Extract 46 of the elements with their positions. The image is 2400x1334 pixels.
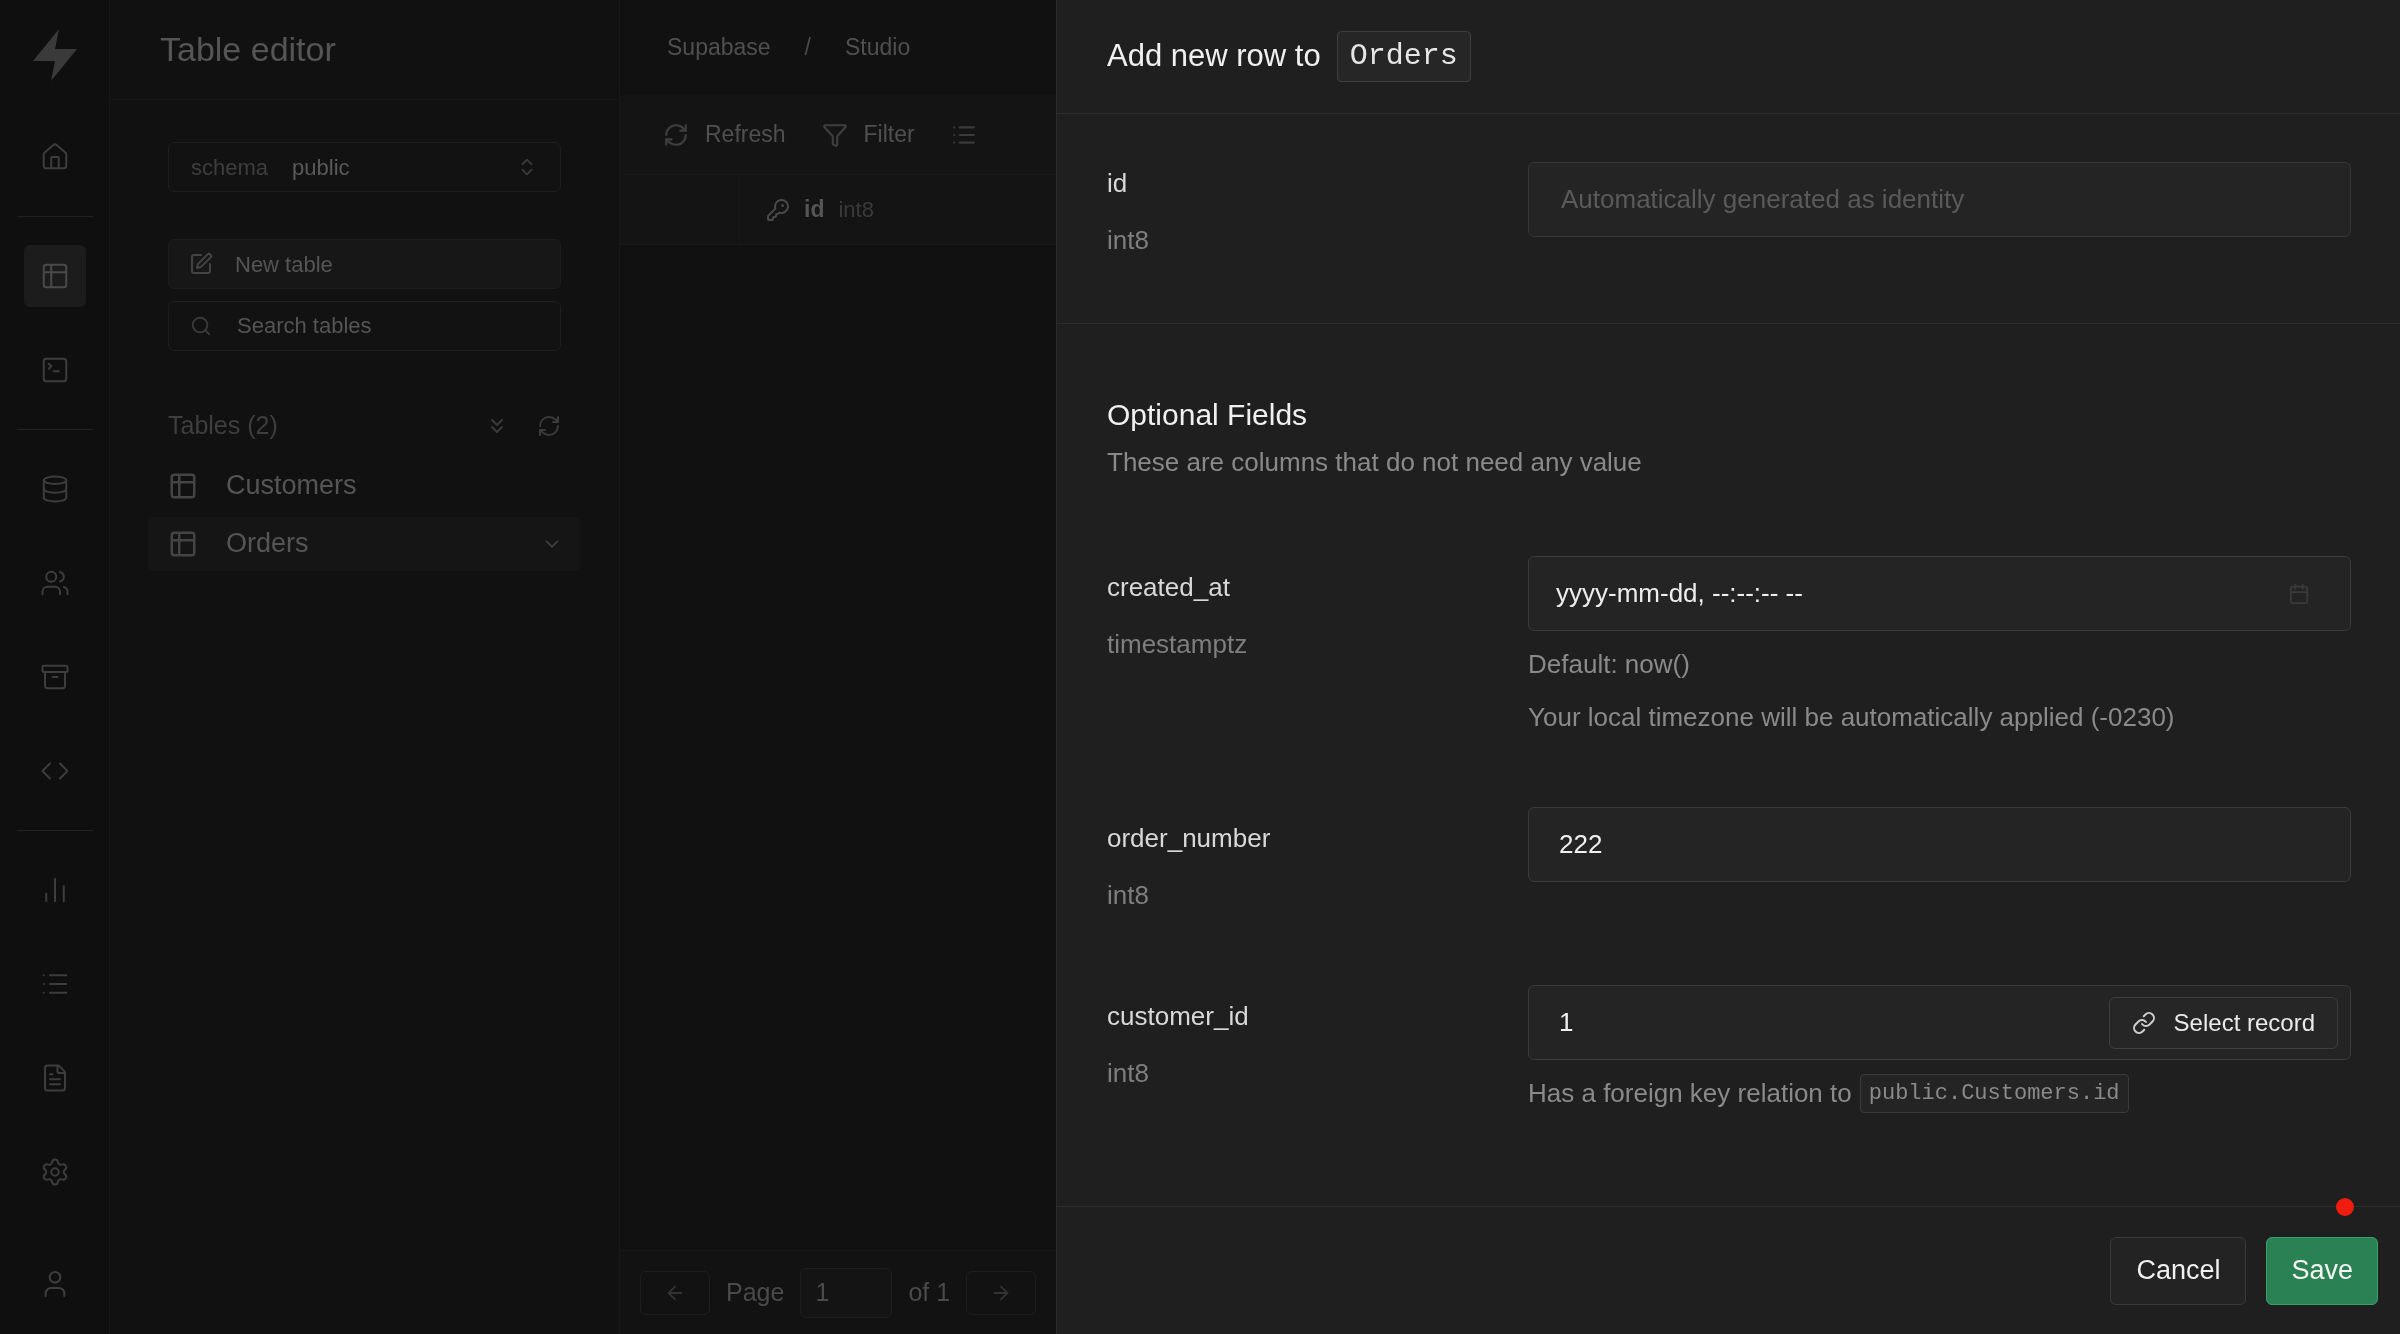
table-name-code: Orders — [1336, 31, 1471, 82]
next-page-button[interactable] — [966, 1270, 1037, 1315]
field-note: Default: now() — [1528, 648, 1691, 681]
section-subtitle: These are columns that do not need any value — [1107, 446, 1643, 479]
new-table-button[interactable]: New table — [168, 239, 561, 289]
breadcrumb-separator: / — [804, 33, 811, 63]
table-list-item[interactable]: Customers — [148, 458, 581, 513]
breadcrumb-link[interactable]: Studio — [845, 30, 911, 65]
datetime-field[interactable]: yyyy-mm-dd, --:--:-- -- — [1528, 556, 2351, 631]
field-note: Your local timezone will be automatically applied (-0230) — [1528, 701, 2176, 734]
breadcrumb-link[interactable]: Supabase — [667, 30, 771, 65]
cursor-indicator-icon — [2336, 1198, 2354, 1216]
page-title: Table editor — [160, 29, 336, 70]
relation-code: public.Customers.id — [1859, 1074, 2129, 1113]
table-nav-button[interactable] — [23, 245, 86, 307]
filter-icon — [821, 121, 848, 148]
field-name: created_at — [1107, 571, 1231, 604]
page-label: Page — [726, 1276, 785, 1308]
previous-page-button[interactable] — [640, 1270, 710, 1315]
edit-icon — [189, 252, 213, 276]
field-name: order_number — [1107, 822, 1272, 855]
search-field[interactable]: Search tables — [168, 301, 561, 351]
foreign-key-field[interactable]: 1 Select record — [1528, 985, 2351, 1060]
search-icon — [190, 315, 212, 337]
cancel-button[interactable]: Cancel — [2110, 1236, 2247, 1305]
relation-note: Has a foreign key relation to — [1528, 1077, 1852, 1110]
page-count: of 1 — [908, 1276, 951, 1308]
field-type: int8 — [1107, 879, 1150, 912]
number-field[interactable]: 222 — [1528, 807, 2351, 882]
refresh-icon — [663, 121, 689, 148]
refresh-icon[interactable] — [537, 413, 561, 438]
field-type: int8 — [1107, 224, 1150, 257]
field-type: timestamptz — [1107, 628, 1249, 661]
field-name: customer_id — [1107, 1000, 1250, 1033]
panel-title: Add new row to — [1107, 37, 1321, 76]
save-button[interactable]: Save — [2266, 1236, 2378, 1305]
field-type: int8 — [1107, 1057, 1150, 1090]
refresh-button[interactable]: Refresh — [663, 117, 786, 152]
users-icon — [39, 568, 70, 598]
link-icon — [2131, 1010, 2156, 1035]
table-list-item[interactable]: Orders — [148, 516, 581, 571]
filter-button[interactable]: Filter — [821, 117, 915, 152]
section-heading: Optional Fields — [1107, 397, 1309, 433]
archive-icon — [39, 662, 70, 692]
select-record-button[interactable]: Select record — [2108, 996, 2338, 1049]
field-name: id — [1107, 167, 1129, 200]
